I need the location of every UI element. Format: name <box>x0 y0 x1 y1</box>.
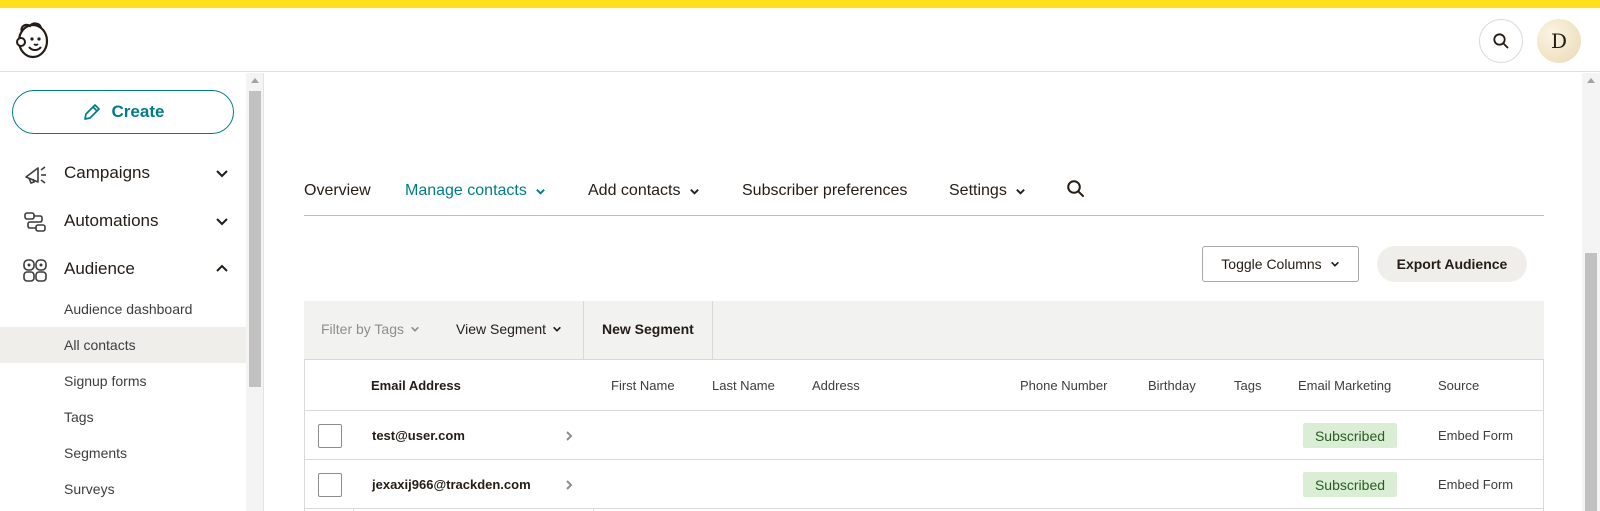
tab-search-button[interactable] <box>1066 179 1086 199</box>
tab-settings[interactable]: Settings <box>949 182 1026 200</box>
chevron-down-icon <box>216 170 228 178</box>
chevron-down-icon <box>411 326 419 332</box>
sidebar-subitem-label: All contacts <box>64 337 136 353</box>
tab-subscriber-preferences[interactable]: Subscriber preferences <box>742 182 907 200</box>
sidebar-subitem-signup-forms[interactable]: Signup forms <box>0 363 246 399</box>
row-select-checkbox[interactable] <box>318 473 342 497</box>
automation-flow-icon <box>24 212 46 232</box>
sidebar-subitem-label: Surveys <box>64 481 115 497</box>
pencil-icon <box>83 104 100 120</box>
tab-label: Add contacts <box>588 182 681 199</box>
contacts-table: Email Address First Name Last Name Addre… <box>304 360 1544 511</box>
view-segment-label: View Segment <box>456 321 547 337</box>
search-icon <box>1067 180 1084 197</box>
toggle-columns-label: Toggle Columns <box>1221 256 1322 272</box>
sidebar-subitem-label: Tags <box>64 409 94 425</box>
chevron-right-icon[interactable] <box>563 430 575 442</box>
audience-icon <box>23 259 47 282</box>
user-avatar[interactable]: D <box>1537 19 1581 63</box>
sidebar-item-label: Audience <box>64 259 135 278</box>
sidebar-subitem-label: Segments <box>64 445 128 461</box>
contact-email[interactable]: jexaxij966@trackden.com <box>372 477 531 492</box>
table-row[interactable]: test@user.com Subscribed Embed Form <box>305 411 1543 460</box>
column-header-last-name[interactable]: Last Name <box>712 378 775 393</box>
export-audience-button[interactable]: Export Audience <box>1377 246 1527 282</box>
table-header: Email Address First Name Last Name Addre… <box>305 360 1543 411</box>
sidebar-subitem-label: Signup forms <box>64 373 147 389</box>
chevron-down-icon <box>216 218 228 226</box>
table-row[interactable]: jexaxij966@trackden.com Subscribed Embed… <box>305 460 1543 509</box>
sidebar-subitem-segments[interactable]: Segments <box>0 435 246 471</box>
new-segment-label: New Segment <box>602 321 694 337</box>
create-button[interactable]: Create <box>12 90 234 134</box>
tab-add-contacts[interactable]: Add contacts <box>588 182 700 200</box>
create-button-label: Create <box>111 102 165 121</box>
sidebar-subitem-tags[interactable]: Tags <box>0 399 246 435</box>
top-header: D <box>0 8 1600 72</box>
sidebar-subitem-surveys[interactable]: Surveys <box>0 471 246 507</box>
chevron-down-icon <box>536 188 545 195</box>
contact-source: Embed Form <box>1438 477 1514 492</box>
sidebar-item-label: Automations <box>64 211 159 230</box>
view-segment-dropdown[interactable]: View Segment <box>456 321 562 337</box>
header-search-button[interactable] <box>1479 19 1523 63</box>
sidebar-subitem-audience-dashboard[interactable]: Audience dashboard <box>0 291 246 327</box>
column-header-source[interactable]: Source <box>1438 378 1479 393</box>
status-badge: Subscribed <box>1303 423 1397 448</box>
filter-divider <box>712 301 713 360</box>
scroll-up-arrow-icon[interactable] <box>1587 78 1595 83</box>
scroll-up-arrow-icon[interactable] <box>251 78 259 83</box>
brand-accent-strip <box>0 0 1600 8</box>
megaphone-icon <box>25 166 46 184</box>
column-header-address[interactable]: Address <box>812 378 860 393</box>
chevron-up-icon <box>216 264 228 272</box>
tab-overview[interactable]: Overview <box>304 182 371 200</box>
main-scrollbar-thumb[interactable] <box>1585 253 1597 511</box>
sidebar-subitem-label: Audience dashboard <box>64 301 193 317</box>
sidebar-subitem-all-contacts[interactable]: All contacts <box>0 327 246 363</box>
column-header-first-name[interactable]: First Name <box>611 378 675 393</box>
tab-manage-contacts[interactable]: Manage contacts <box>405 182 546 200</box>
column-header-email-address[interactable]: Email Address <box>371 378 461 393</box>
filter-by-tags-dropdown[interactable]: Filter by Tags <box>321 321 420 337</box>
column-header-tags[interactable]: Tags <box>1234 378 1261 393</box>
contact-email[interactable]: test@user.com <box>372 428 465 443</box>
tab-label: Settings <box>949 182 1007 199</box>
search-icon <box>1493 33 1509 49</box>
contact-source: Embed Form <box>1438 428 1514 443</box>
chevron-down-icon <box>1330 261 1339 267</box>
audience-tabs: Overview Manage contacts Add contacts Su… <box>304 166 1544 216</box>
column-header-phone-number[interactable]: Phone Number <box>1020 378 1107 393</box>
filter-by-tags-label: Filter by Tags <box>321 321 404 337</box>
toggle-columns-button[interactable]: Toggle Columns <box>1202 246 1359 282</box>
tab-label: Manage contacts <box>405 182 527 199</box>
chevron-down-icon <box>553 326 561 332</box>
chevron-down-icon <box>689 188 699 195</box>
new-segment-button[interactable]: New Segment <box>602 321 694 337</box>
mailchimp-logo-icon[interactable] <box>12 20 52 60</box>
filter-divider <box>583 301 584 360</box>
tab-label: Subscriber preferences <box>742 182 908 199</box>
column-header-email-marketing[interactable]: Email Marketing <box>1298 378 1391 393</box>
sidebar-item-automations[interactable]: Automations <box>0 201 246 241</box>
main-scrollbar[interactable] <box>1582 73 1600 511</box>
chevron-down-icon <box>1015 188 1025 195</box>
tab-label: Overview <box>304 182 371 199</box>
status-badge: Subscribed <box>1303 472 1397 497</box>
segment-filter-bar: Filter by Tags View Segment New Segment <box>304 301 1544 360</box>
sidebar-item-campaigns[interactable]: Campaigns <box>0 153 246 193</box>
sidebar: Create Campaigns Automations Audience Au… <box>0 73 246 511</box>
row-select-checkbox[interactable] <box>318 424 342 448</box>
chevron-right-icon[interactable] <box>563 479 575 491</box>
sidebar-scrollbar-thumb[interactable] <box>249 91 261 387</box>
column-header-birthday[interactable]: Birthday <box>1148 378 1196 393</box>
sidebar-item-audience[interactable]: Audience <box>0 249 246 289</box>
sidebar-scrollbar[interactable] <box>246 73 264 511</box>
sidebar-item-label: Campaigns <box>64 163 150 182</box>
